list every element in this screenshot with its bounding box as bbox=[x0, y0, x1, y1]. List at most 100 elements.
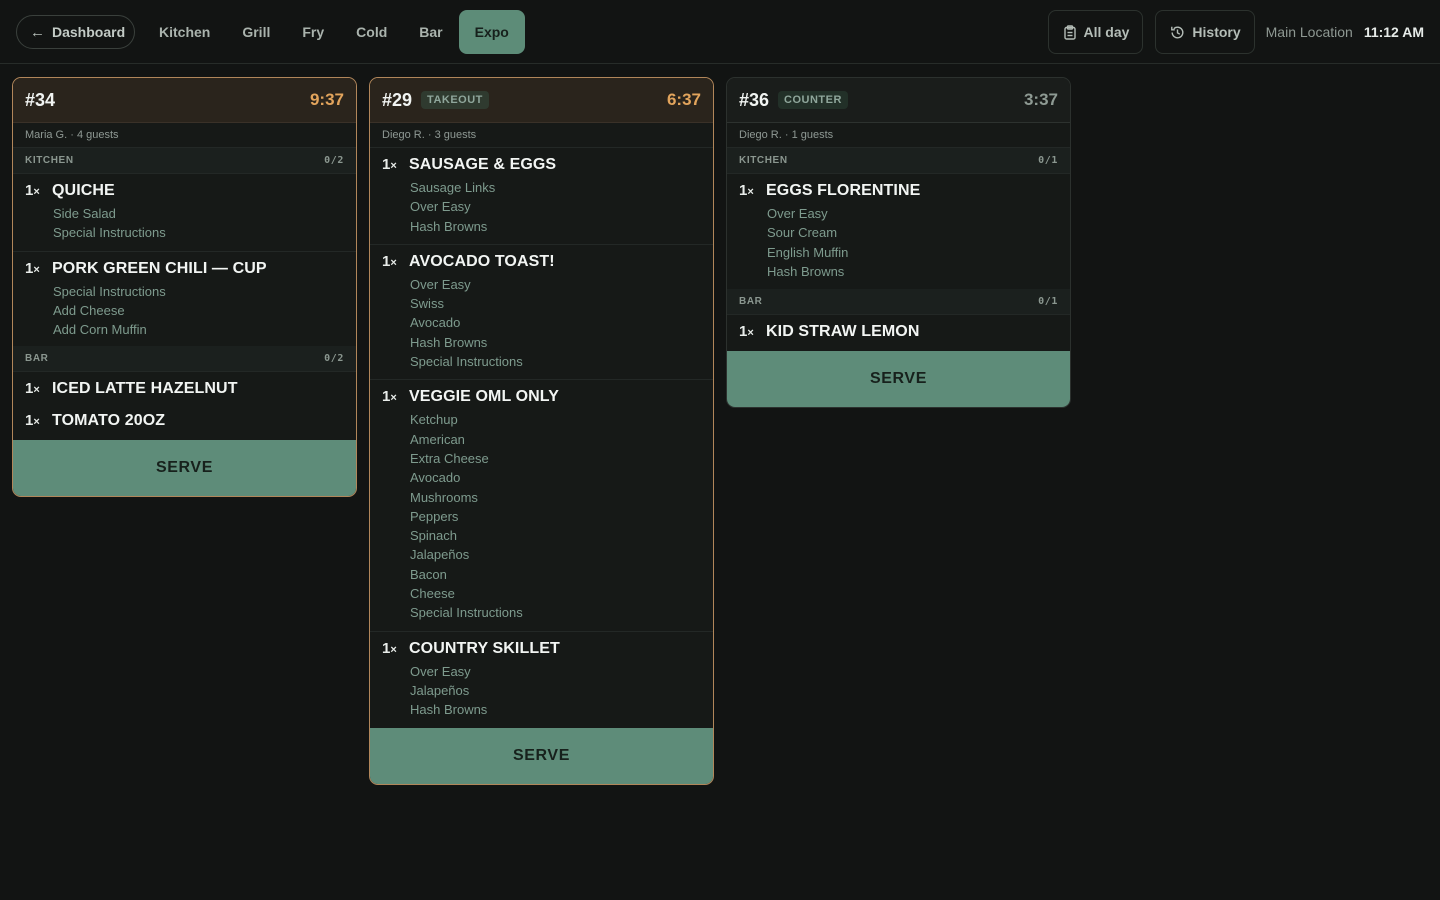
station-progress: 0/2 bbox=[324, 353, 344, 365]
modifier: Over Easy bbox=[410, 199, 471, 215]
station-header-bar: BAR 0/1 bbox=[727, 289, 1070, 316]
station-progress: 0/2 bbox=[324, 155, 344, 166]
modifier: English Muffin bbox=[767, 244, 849, 260]
ticket-header: #29 TAKEOUT 6:37 bbox=[370, 78, 713, 123]
modifier: Over Easy bbox=[410, 663, 471, 679]
modifier: Spinach bbox=[410, 528, 457, 544]
serve-button[interactable]: SERVE bbox=[13, 440, 356, 497]
item-modifiers: Over Easy Sour Cream English Muffin Hash… bbox=[767, 204, 1058, 281]
item-quantity: 1× bbox=[25, 259, 40, 277]
ticket-card: #36 COUNTER 3:37 Diego R. · 1 guests KIT… bbox=[726, 77, 1071, 409]
item-quantity: 1× bbox=[25, 380, 40, 398]
tab-kitchen[interactable]: Kitchen bbox=[143, 10, 226, 54]
station-progress: 0/1 bbox=[1038, 296, 1058, 308]
station-progress: 0/1 bbox=[1038, 155, 1058, 166]
arrow-left-icon: ← bbox=[30, 23, 45, 41]
order-item[interactable]: 1× AVOCADO TOAST! Over Easy Swiss Avocad… bbox=[370, 245, 713, 381]
order-type-badge: TAKEOUT bbox=[421, 91, 489, 109]
header-tools: All day History Main Location 11:12 AM bbox=[1047, 10, 1424, 54]
modifier: Hash Browns bbox=[410, 334, 488, 350]
modifier: Extra Cheese bbox=[410, 450, 489, 466]
item-quantity: 1× bbox=[382, 388, 397, 406]
tab-expo[interactable]: Expo bbox=[458, 10, 525, 54]
modifier: Peppers bbox=[410, 508, 459, 524]
station-label: BAR bbox=[25, 353, 49, 365]
tab-bar[interactable]: Bar bbox=[403, 10, 458, 54]
history-label: History bbox=[1192, 24, 1241, 40]
item-quantity: 1× bbox=[382, 639, 397, 657]
dashboard-label: Dashboard bbox=[52, 24, 126, 40]
clock: 11:12 AM bbox=[1363, 24, 1424, 40]
modifier: Special Instructions bbox=[53, 283, 166, 299]
serve-button[interactable]: SERVE bbox=[727, 351, 1070, 408]
modifier: American bbox=[410, 431, 465, 447]
order-item[interactable]: 1× QUICHE Side Salad Special Instruction… bbox=[13, 174, 356, 252]
modifier: Add Corn Muffin bbox=[53, 322, 147, 338]
item-modifiers: Ketchup American Extra Cheese Avocado Mu… bbox=[410, 410, 701, 622]
order-item[interactable]: 1× SAUSAGE & EGGS Sausage Links Over Eas… bbox=[370, 148, 713, 245]
ticket-header: #36 COUNTER 3:37 bbox=[727, 78, 1070, 123]
item-quantity: 1× bbox=[25, 182, 40, 199]
order-item[interactable]: 1× PORK GREEN CHILI — CUP Special Instru… bbox=[13, 252, 356, 347]
top-bar: ← Dashboard Kitchen Grill Fry Cold Bar E… bbox=[0, 0, 1440, 64]
history-button[interactable]: History bbox=[1155, 10, 1255, 54]
all-day-button[interactable]: All day bbox=[1047, 10, 1144, 54]
item-quantity: 1× bbox=[739, 182, 754, 199]
item-modifiers: Sausage Links Over Easy Hash Browns bbox=[410, 178, 701, 236]
order-item[interactable]: 1× VEGGIE OML ONLY Ketchup American Extr… bbox=[370, 380, 713, 632]
order-item[interactable]: 1× KID STRAW LEMON bbox=[727, 315, 1070, 351]
modifier: Bacon bbox=[410, 566, 447, 582]
item-name: TOMATO 20OZ bbox=[52, 412, 166, 430]
tab-fry[interactable]: Fry bbox=[286, 10, 340, 54]
serve-button[interactable]: SERVE bbox=[370, 727, 713, 784]
modifier: Avocado bbox=[410, 470, 461, 486]
order-item[interactable]: 1× COUNTRY SKILLET Over Easy Jalapeños H… bbox=[370, 632, 713, 728]
item-modifiers: Side Salad Special Instructions bbox=[53, 204, 344, 243]
order-type-badge: COUNTER bbox=[778, 91, 848, 109]
order-item[interactable]: 1× EGGS FLORENTINE Over Easy Sour Cream … bbox=[727, 174, 1070, 289]
station-label: KITCHEN bbox=[739, 155, 788, 166]
modifier: Hash Browns bbox=[410, 702, 488, 718]
modifier: Special Instructions bbox=[410, 605, 523, 621]
ticket-card: #29 TAKEOUT 6:37 Diego R. · 3 guests 1× … bbox=[369, 77, 714, 785]
item-name: EGGS FLORENTINE bbox=[766, 182, 921, 199]
ticket-timer: 6:37 bbox=[666, 90, 701, 109]
modifier: Special Instructions bbox=[410, 354, 523, 370]
modifier: Sausage Links bbox=[410, 180, 496, 195]
item-name: VEGGIE OML ONLY bbox=[409, 388, 559, 406]
station-label: KITCHEN bbox=[25, 155, 74, 166]
ticket-timer: 9:37 bbox=[309, 90, 344, 109]
item-name: ICED LATTE HAZELNUT bbox=[52, 380, 238, 398]
modifier: Hash Browns bbox=[767, 263, 845, 279]
item-name: COUNTRY SKILLET bbox=[409, 639, 560, 657]
modifier: Mushrooms bbox=[410, 489, 478, 505]
ticket-timer: 3:37 bbox=[1023, 90, 1058, 109]
station-header-kitchen: KITCHEN 0/1 bbox=[727, 148, 1070, 174]
order-item[interactable]: 1× ICED LATTE HAZELNUT bbox=[13, 372, 356, 400]
ticket-number: #36 bbox=[739, 89, 770, 110]
history-icon bbox=[1170, 25, 1185, 40]
item-modifiers: Over Easy Jalapeños Hash Browns bbox=[410, 662, 701, 720]
modifier: Ketchup bbox=[410, 412, 458, 428]
dashboard-back-button[interactable]: ← Dashboard bbox=[16, 15, 135, 49]
item-name: QUICHE bbox=[52, 182, 115, 199]
clipboard-icon bbox=[1063, 24, 1077, 40]
modifier: Jalapeños bbox=[410, 682, 470, 698]
tab-cold[interactable]: Cold bbox=[340, 10, 403, 54]
modifier: Over Easy bbox=[410, 276, 471, 292]
ticket-number: #29 bbox=[382, 89, 413, 110]
tab-grill[interactable]: Grill bbox=[226, 10, 286, 54]
order-item[interactable]: 1× TOMATO 20OZ bbox=[13, 400, 356, 440]
modifier: Over Easy bbox=[767, 206, 828, 221]
item-name: KID STRAW LEMON bbox=[766, 323, 920, 341]
modifier: Avocado bbox=[410, 315, 461, 331]
item-quantity: 1× bbox=[382, 156, 397, 173]
item-name: AVOCADO TOAST! bbox=[409, 252, 555, 270]
modifier: Side Salad bbox=[53, 206, 116, 221]
station-tabs: Kitchen Grill Fry Cold Bar Expo bbox=[143, 10, 525, 54]
station-label: BAR bbox=[739, 296, 763, 308]
guest-info: Diego R. · 3 guests bbox=[370, 123, 713, 148]
modifier: Hash Browns bbox=[410, 218, 488, 234]
modifier: Special Instructions bbox=[53, 225, 166, 241]
ticket-header: #34 9:37 bbox=[13, 78, 356, 123]
